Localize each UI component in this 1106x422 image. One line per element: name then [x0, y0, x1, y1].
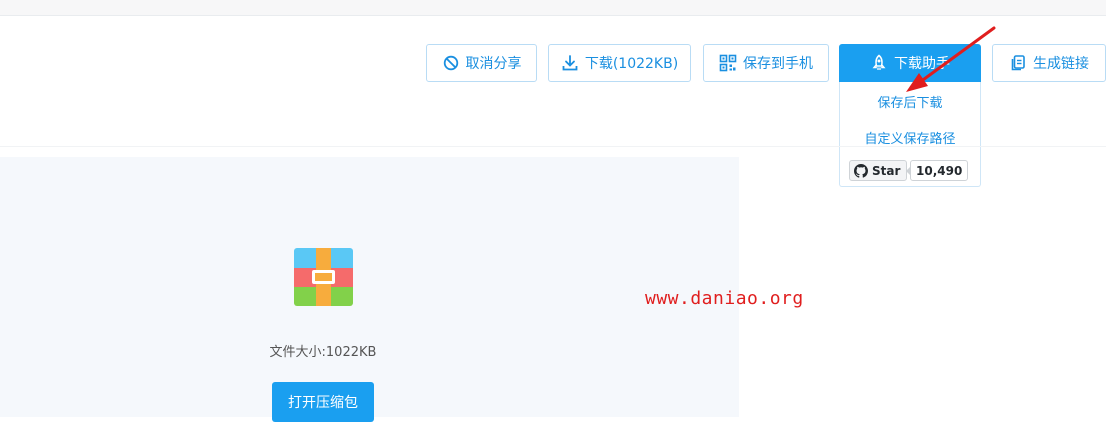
github-star-button[interactable]: Star — [849, 160, 908, 181]
custom-save-path-item[interactable]: 自定义保存路径 — [840, 128, 980, 147]
cancel-share-button[interactable]: 取消分享 — [426, 44, 537, 82]
cancel-share-label: 取消分享 — [465, 56, 522, 72]
download-helper-dropdown: 保存后下载 自定义保存路径 Star 10,490 — [839, 82, 981, 187]
github-icon — [854, 163, 868, 178]
file-preview-panel — [0, 157, 739, 417]
github-star-label: Star — [872, 163, 901, 178]
download-helper-button[interactable]: 下载助手 — [839, 44, 981, 82]
download-helper-label: 下载助手 — [894, 56, 950, 72]
save-to-phone-label: 保存到手机 — [743, 56, 813, 72]
browser-top-strip — [0, 0, 1106, 16]
generate-link-button[interactable]: 生成链接 — [992, 44, 1106, 82]
github-star-count[interactable]: 10,490 — [905, 160, 969, 181]
zip-archive-icon — [294, 248, 353, 306]
open-archive-button[interactable]: 打开压缩包 — [272, 382, 374, 422]
file-size-text: 文件大小:1022KB — [269, 345, 377, 360]
download-label: 下载(1022KB) — [584, 56, 679, 72]
save-to-phone-button[interactable]: 保存到手机 — [703, 44, 829, 82]
download-icon — [561, 54, 579, 72]
generate-link-label: 生成链接 — [1033, 56, 1089, 72]
ban-icon — [442, 54, 460, 72]
qr-code-icon — [719, 54, 737, 72]
rocket-icon — [870, 54, 888, 72]
download-button[interactable]: 下载(1022KB) — [548, 44, 691, 82]
toolbar-divider — [0, 146, 1106, 147]
save-then-download-item[interactable]: 保存后下载 — [840, 92, 980, 111]
watermark-text: www.daniao.org — [645, 288, 804, 309]
copy-link-icon — [1009, 54, 1027, 72]
